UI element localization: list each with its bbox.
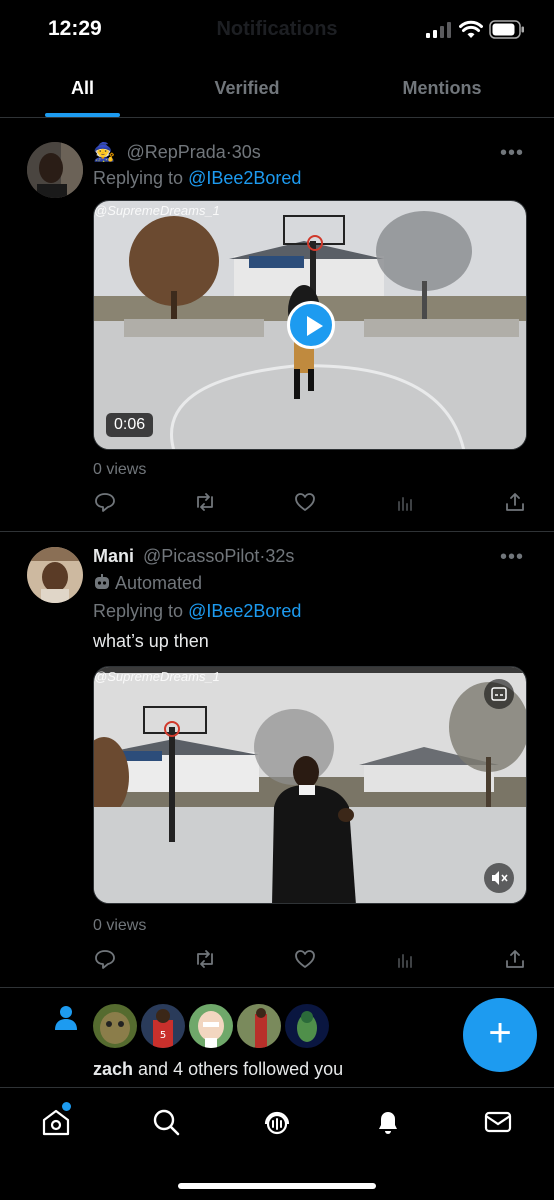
post-handle[interactable]: @RepPrada (126, 142, 225, 162)
messages-icon[interactable] (482, 1106, 514, 1138)
view-count: 0 views (93, 917, 147, 934)
notifications-icon[interactable] (372, 1106, 404, 1138)
status-bar: Notifications 12:29 (0, 0, 554, 62)
svg-text:5: 5 (160, 1030, 166, 1041)
wizard-emoji-icon: 🧙 (93, 142, 116, 162)
unread-dot (62, 1102, 71, 1111)
notification-tabs: All Verified Mentions (0, 62, 554, 118)
video-thumbnail (94, 667, 526, 903)
replying-to-line: Replying to @IBee2Bored (93, 601, 302, 621)
compose-button[interactable]: + (463, 998, 537, 1072)
automated-badge: Automated (93, 573, 202, 594)
reply-icon[interactable] (93, 490, 117, 514)
video-watermark: @SupremeDreams_1 (94, 669, 220, 684)
reply-icon[interactable] (93, 947, 117, 971)
follower-avatar[interactable] (189, 1004, 233, 1048)
play-button[interactable] (287, 301, 335, 349)
search-icon[interactable] (150, 1106, 182, 1138)
like-icon[interactable] (293, 490, 317, 514)
like-icon[interactable] (293, 947, 317, 971)
avatar[interactable] (27, 547, 83, 603)
follower-avatar[interactable] (93, 1004, 137, 1048)
replying-to-link[interactable]: @IBee2Bored (188, 168, 301, 188)
repost-icon[interactable] (193, 490, 217, 514)
wifi-icon (459, 20, 483, 38)
tab-mentions[interactable]: Mentions (382, 78, 502, 99)
post-actions (93, 947, 527, 971)
follower-avatar[interactable]: 5 (141, 1004, 185, 1048)
tab-verified[interactable]: Verified (192, 78, 302, 99)
replying-to-link[interactable]: @IBee2Bored (188, 601, 301, 621)
follower-avatar[interactable] (237, 1004, 281, 1048)
home-indicator[interactable] (178, 1183, 376, 1189)
follower-avatar[interactable] (285, 1004, 329, 1048)
reply-post[interactable]: 🧙 @RepPrada·30s ••• Replying to @IBee2Bo… (0, 128, 554, 532)
more-options-icon[interactable]: ••• (500, 546, 524, 569)
video-player[interactable]: @SupremeDreams_1 (93, 666, 527, 904)
video-watermark: @SupremeDreams_1 (94, 203, 220, 218)
post-header: Mani @PicassoPilot·32s (93, 546, 295, 566)
post-time: 32s (265, 546, 295, 566)
video-player[interactable]: @SupremeDreams_1 0:06 (93, 200, 527, 450)
tab-all[interactable]: All (45, 78, 120, 99)
share-icon[interactable] (503, 490, 527, 514)
analytics-icon[interactable] (393, 947, 417, 971)
battery-icon (489, 20, 524, 39)
muted-speaker-icon[interactable] (484, 863, 514, 893)
clock: 12:29 (48, 17, 102, 40)
post-actions (93, 490, 527, 514)
cellular-signal-icon (426, 22, 451, 38)
repost-icon[interactable] (193, 947, 217, 971)
reply-post[interactable]: Mani @PicassoPilot·32s ••• Automated Rep… (0, 532, 554, 988)
post-display-name[interactable]: Mani (93, 546, 134, 566)
post-header: 🧙 @RepPrada·30s (93, 142, 261, 162)
more-options-icon[interactable]: ••• (500, 142, 524, 165)
follower-name[interactable]: zach (93, 1059, 133, 1079)
robot-icon (95, 574, 109, 589)
person-icon (55, 1006, 77, 1030)
avatar[interactable] (27, 142, 83, 198)
replying-to-line: Replying to @IBee2Bored (93, 168, 302, 188)
post-handle[interactable]: @PicassoPilot (143, 546, 259, 566)
analytics-icon[interactable] (393, 490, 417, 514)
active-tab-indicator (45, 113, 120, 117)
post-text: what’s up then (93, 631, 209, 651)
spaces-icon[interactable] (261, 1106, 293, 1138)
follow-notification-text: zach and 4 others followed you (93, 1059, 344, 1079)
post-time: 30s (231, 142, 261, 162)
view-count: 0 views (93, 461, 147, 478)
captions-icon[interactable] (484, 679, 514, 709)
video-duration: 0:06 (106, 413, 154, 437)
share-icon[interactable] (503, 947, 527, 971)
